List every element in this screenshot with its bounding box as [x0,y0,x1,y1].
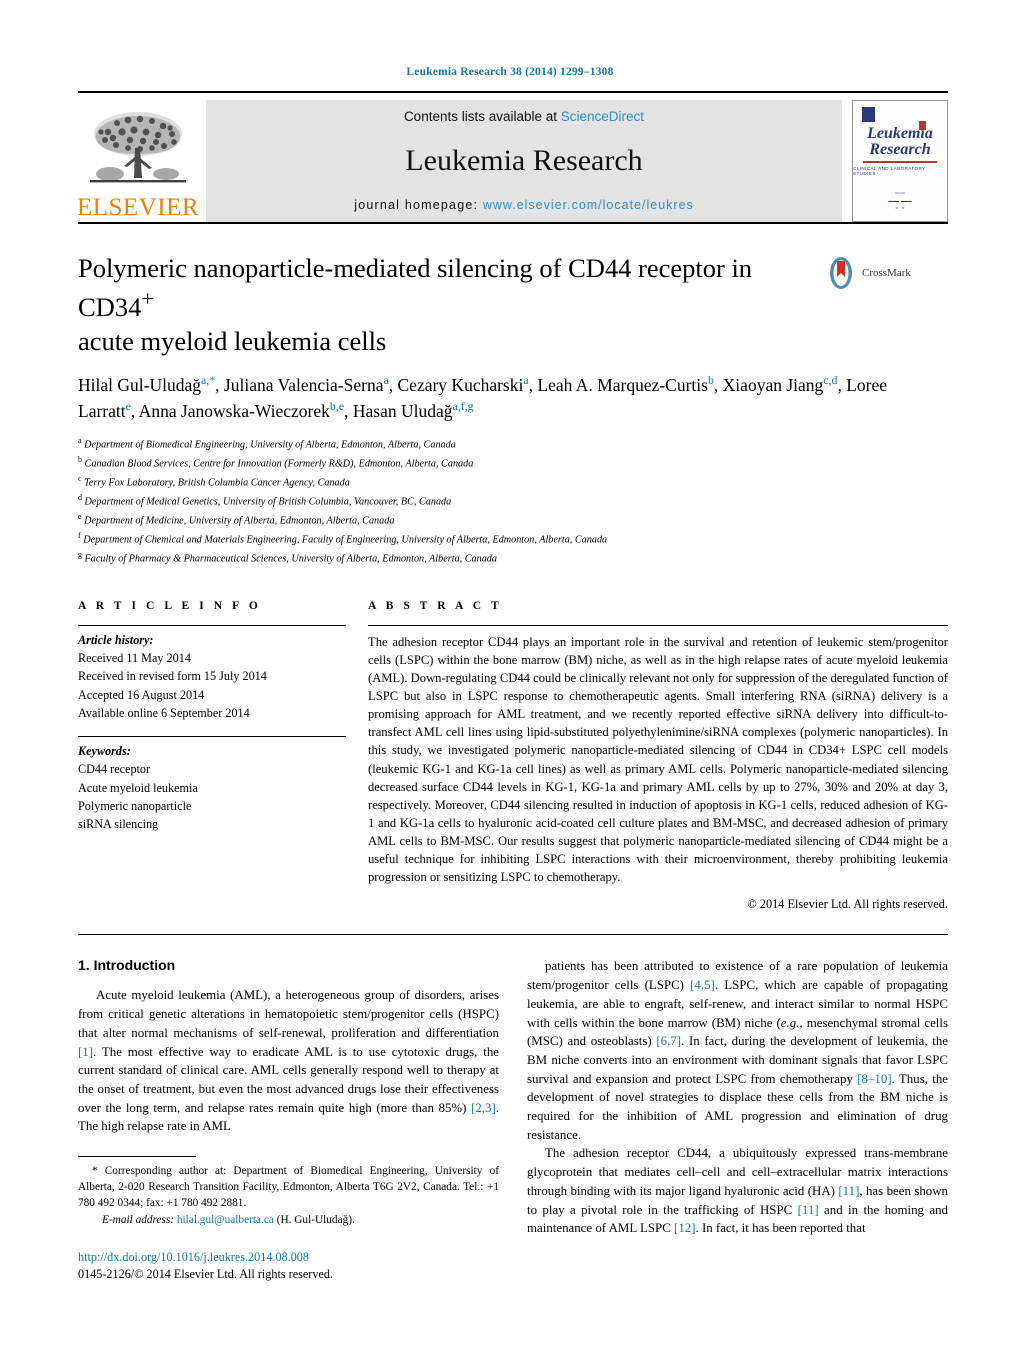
history-item: Received in revised form 15 July 2014 [78,669,267,684]
doi-block: http://dx.doi.org/10.1016/j.leukres.2014… [78,1249,499,1283]
affiliation-item: g Faculty of Pharmacy & Pharmaceutical S… [78,549,948,568]
journal-masthead: ELSEVIER Contents lists available at Sci… [76,91,948,224]
abstract-text: The adhesion receptor CD44 plays an impo… [368,634,948,885]
body-separator-rule [78,934,948,936]
affiliation-mark: d [78,493,82,503]
affiliation-item: c Terry Fox Laboratory, British Columbia… [78,473,948,492]
cover-badge-icon [862,107,875,122]
contents-prefix: Contents lists available at [403,109,561,124]
page-title: Polymeric nanoparticle-mediated silencin… [78,252,818,358]
affiliation-text: Department of Medicine, University of Al… [84,515,395,527]
affiliation-item: b Canadian Blood Services, Centre for In… [78,454,948,473]
corresponding-author-note: * Corresponding author at: Department of… [78,1165,499,1210]
email-link[interactable]: hilal.gul@ualberta.ca [177,1214,274,1226]
footnote-rule [78,1156,196,1158]
cover-divider [863,160,937,163]
affiliation-item: d Department of Medical Genetics, Univer… [78,492,948,511]
sciencedirect-link[interactable]: ScienceDirect [561,109,644,124]
body-columns: 1. Introduction Acute myeloid leukemia (… [78,957,948,1282]
cover-minor-text: ▭▭▭ ▬▬▬ ▬▬▬ ▪▪ ▪▪ [888,190,912,211]
title-row: Polymeric nanoparticle-mediated silencin… [78,224,948,358]
journal-homepage-line: journal homepage: www.elsevier.com/locat… [354,198,694,212]
email-suffix: (H. Gul-Uludağ). [276,1214,355,1227]
affiliation-text: Faculty of Pharmacy & Pharmaceutical Sci… [84,553,497,565]
affiliation-item: a Department of Biomedical Engineering, … [78,435,948,454]
intro-paragraph-right-2: The adhesion receptor CD44, a ubiquitous… [527,1146,948,1236]
title-superscript: + [141,286,154,312]
affiliation-text: Department of Biomedical Engineering, Un… [84,439,456,451]
copyright-line: © 2014 Elsevier Ltd. All rights reserved… [747,897,948,912]
history-item: Accepted 16 August 2014 [78,687,205,702]
cover-accent-mark [919,121,926,130]
affiliation-mark: g [78,549,82,559]
article-info-heading: A R T I C L E I N F O [78,599,262,612]
keywords-label: Keywords: [78,744,131,759]
affiliation-mark: a [78,436,82,446]
article-info-column: A R T I C L E I N F O Article history: R… [78,600,368,913]
history-item: Available online 6 September 2014 [78,705,250,720]
keyword-item: Polymeric nanoparticle [78,799,192,814]
affiliation-text: Terry Fox Laboratory, British Columbia C… [84,477,350,489]
article-history: Article history: Received 11 May 2014 Re… [78,626,346,722]
affiliation-mark: b [78,455,82,465]
footnote-block: * Corresponding author at: Department of… [78,1156,499,1283]
affiliation-mark: e [78,511,82,521]
keyword-item: siRNA silencing [78,817,159,832]
article-page: Leukemia Research 38 (2014) 1299–1308 EL… [0,0,1020,1351]
elsevier-logo: ELSEVIER [76,100,200,222]
cover-subtitle: Clinical and Laboratory Studies [853,165,926,176]
journal-title: Leukemia Research [405,144,643,177]
homepage-url-link[interactable]: www.elsevier.com/locate/leukres [483,198,694,212]
abstract-heading: A B S T R A C T [368,599,503,612]
affiliation-text: Department of Medical Genetics, Universi… [84,496,452,508]
crossmark-icon [830,257,852,289]
running-head: Leukemia Research 38 (2014) 1299–1308 [406,66,614,78]
elsevier-wordmark: ELSEVIER [76,194,200,221]
keyword-item: Acute myeloid leukemia [78,780,198,795]
abstract-column: A B S T R A C T The adhesion receptor CD… [368,600,948,913]
crossmark-badge[interactable]: CrossMark [824,256,911,290]
history-item: Received 11 May 2014 [78,650,191,665]
crossmark-label: CrossMark [862,267,911,279]
affiliation-text: Department of Chemical and Materials Eng… [83,534,608,546]
affiliation-mark: c [78,474,82,484]
affiliation-item: f Department of Chemical and Materials E… [78,530,948,549]
article-history-label: Article history: [78,632,154,647]
body-column-right: patients has been attributed to existenc… [527,957,948,1282]
intro-paragraph-left: Acute myeloid leukemia (AML), a heteroge… [78,988,499,1134]
info-and-abstract: A R T I C L E I N F O Article history: R… [78,600,948,913]
elsevier-tree-icon [90,112,186,183]
keyword-item: CD44 receptor [78,762,151,777]
title-line2: acute myeloid leukemia cells [78,325,387,356]
keyword-list: Keywords: CD44 receptor Acute myeloid le… [78,737,346,833]
cover-title-line2: Research [869,141,931,159]
section-heading-introduction: 1. Introduction [78,957,176,974]
intro-paragraph-right-1: patients has been attributed to existenc… [527,959,949,1142]
email-note: E-mail address: hilal.gul@ualberta.ca (H… [78,1212,499,1228]
journal-band: Contents lists available at ScienceDirec… [206,100,842,222]
title-line1: Polymeric nanoparticle-mediated silencin… [78,253,753,323]
affiliation-mark: f [78,530,81,540]
body-column-left: 1. Introduction Acute myeloid leukemia (… [78,957,499,1282]
affiliation-list: a Department of Biomedical Engineering, … [78,435,948,567]
homepage-label: journal homepage: [354,198,483,212]
affiliation-item: e Department of Medicine, University of … [78,511,948,530]
affiliation-text: Canadian Blood Services, Centre for Inno… [84,458,474,470]
issn-copyright: 0145-2126/© 2014 Elsevier Ltd. All right… [78,1266,333,1281]
author-list: Hilal Gul-Uludağa,*, Juliana Valencia-Se… [78,372,888,421]
article-content: Polymeric nanoparticle-mediated silencin… [78,224,948,1283]
journal-cover-thumbnail: Leukemia Research Clinical and Laborator… [852,100,948,222]
email-label: E-mail address: [102,1214,175,1227]
contents-available-line: Contents lists available at ScienceDirec… [404,109,644,124]
doi-link[interactable]: http://dx.doi.org/10.1016/j.leukres.2014… [78,1249,499,1266]
